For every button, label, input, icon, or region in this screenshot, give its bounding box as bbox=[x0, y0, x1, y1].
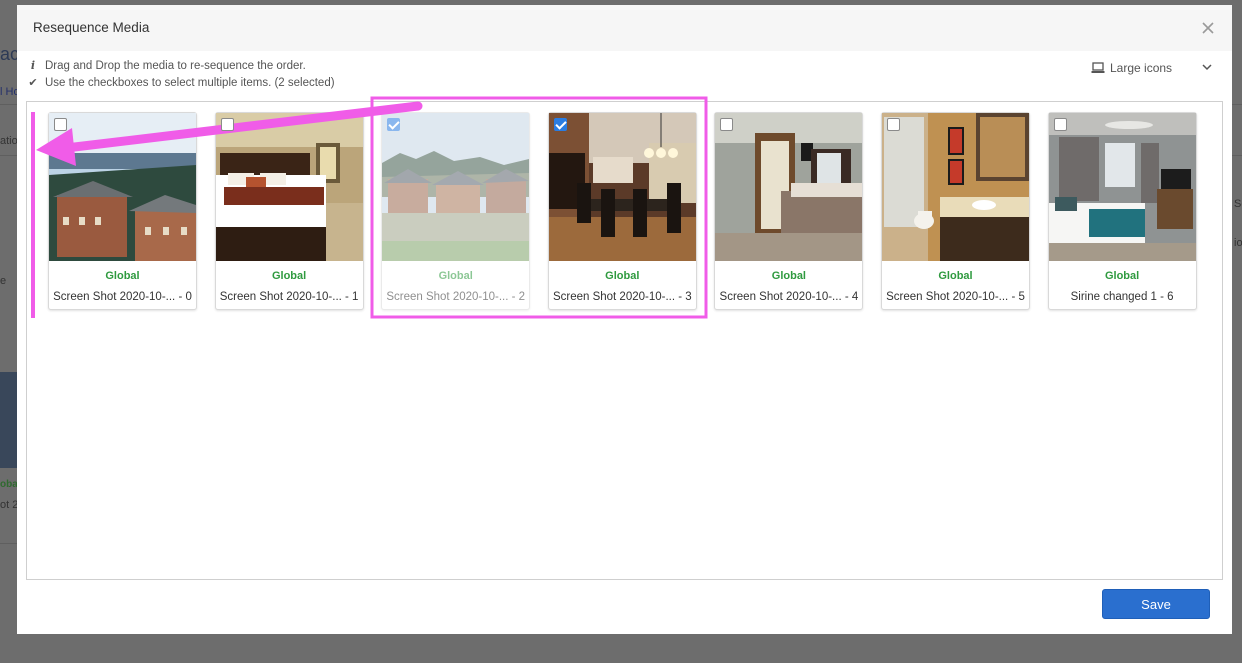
media-grid: Global Screen Shot 2020-10-... - 0 Global S… bbox=[26, 101, 1223, 580]
media-select-checkbox[interactable] bbox=[387, 118, 401, 131]
drag-drop-hint: i Drag and Drop the media to re-sequence… bbox=[27, 59, 306, 72]
media-scope-label: Global bbox=[1104, 270, 1140, 282]
media-file-name: Screen Shot 2020-10-... - 5 bbox=[886, 291, 1025, 303]
background-divider bbox=[1232, 155, 1242, 156]
media-select-checkbox[interactable] bbox=[1053, 118, 1067, 131]
media-scope-label: Global bbox=[438, 270, 473, 282]
media-select-checkbox[interactable] bbox=[553, 118, 567, 131]
background-text: e bbox=[0, 275, 7, 287]
background-text: Se bbox=[1234, 198, 1242, 210]
media-card[interactable]: Global Screen Shot 2020-10-... - 5 bbox=[881, 112, 1030, 310]
background-divider bbox=[0, 104, 17, 105]
media-thumbnail bbox=[715, 113, 863, 261]
close-button[interactable] bbox=[1198, 18, 1218, 38]
hint-text: Drag and Drop the media to re-sequence t… bbox=[45, 59, 306, 72]
view-mode-value: Large icons bbox=[1110, 61, 1173, 75]
background-divider bbox=[0, 155, 17, 156]
media-file-name: Screen Shot 2020-10-... - 4 bbox=[719, 291, 859, 303]
media-file-name: Screen Shot 2020-10-... - 1 bbox=[219, 291, 359, 303]
view-mode-select[interactable]: Large icons bbox=[1091, 57, 1221, 79]
media-thumbnail bbox=[1048, 113, 1196, 261]
media-scope-label: Global bbox=[938, 270, 973, 282]
checkmark-icon: ✔ bbox=[28, 77, 38, 89]
media-scope-label: Global bbox=[771, 270, 806, 282]
dialog-title: Resequence Media bbox=[33, 20, 150, 35]
media-card[interactable]: Global Screen Shot 2020-10-... - 4 bbox=[714, 112, 864, 310]
media-select-checkbox[interactable] bbox=[887, 118, 900, 131]
background-thumbnail bbox=[0, 372, 17, 468]
media-thumbnail bbox=[49, 113, 196, 261]
media-thumbnail bbox=[382, 113, 530, 261]
resequence-media-dialog: Resequence Media i Drag and Drop the med… bbox=[17, 5, 1232, 634]
media-file-name: Screen Shot 2020-10-... - 2 bbox=[386, 291, 526, 303]
media-card[interactable]: Global Screen Shot 2020-10-... - 0 bbox=[48, 112, 197, 310]
media-thumbnail bbox=[215, 113, 363, 261]
media-select-checkbox[interactable] bbox=[220, 118, 234, 131]
background-text: io bbox=[1234, 237, 1242, 249]
save-button[interactable]: Save bbox=[1102, 589, 1210, 619]
media-select-checkbox[interactable] bbox=[720, 118, 734, 131]
dialog-header: Resequence Media bbox=[17, 5, 1232, 51]
media-scope-label: Global bbox=[105, 270, 140, 282]
checkbox-hint: ✔ Use the checkboxes to select multiple … bbox=[27, 76, 335, 90]
chevron-down-icon bbox=[1202, 64, 1212, 71]
media-select-checkbox[interactable] bbox=[54, 118, 67, 131]
media-card[interactable]: Global Screen Shot 2020-10-... - 2 bbox=[381, 112, 531, 310]
media-thumbnail bbox=[882, 113, 1029, 261]
info-icon: i bbox=[30, 59, 36, 72]
background-divider bbox=[0, 543, 17, 544]
laptop-icon bbox=[1091, 62, 1105, 73]
media-file-name: Screen Shot 2020-10-... - 3 bbox=[552, 291, 692, 303]
background-text: atio bbox=[0, 135, 18, 147]
media-card[interactable]: Global Sirine changed 1 - 6 bbox=[1047, 112, 1197, 310]
background-text: ot 2 bbox=[0, 499, 19, 511]
background-divider bbox=[1232, 104, 1242, 105]
media-card[interactable]: Global Screen Shot 2020-10-... - 3 bbox=[547, 112, 697, 310]
media-scope-label: Global bbox=[605, 270, 640, 282]
hint-text: Use the checkboxes to select multiple it… bbox=[45, 76, 335, 89]
media-thumbnail bbox=[548, 113, 696, 261]
media-file-name: Sirine changed 1 - 6 bbox=[1070, 291, 1174, 303]
media-scope-label: Global bbox=[271, 270, 307, 282]
close-icon bbox=[1202, 22, 1214, 34]
media-card[interactable]: Global Screen Shot 2020-10-... - 1 bbox=[214, 112, 364, 310]
media-file-name: Screen Shot 2020-10-... - 0 bbox=[53, 291, 192, 303]
